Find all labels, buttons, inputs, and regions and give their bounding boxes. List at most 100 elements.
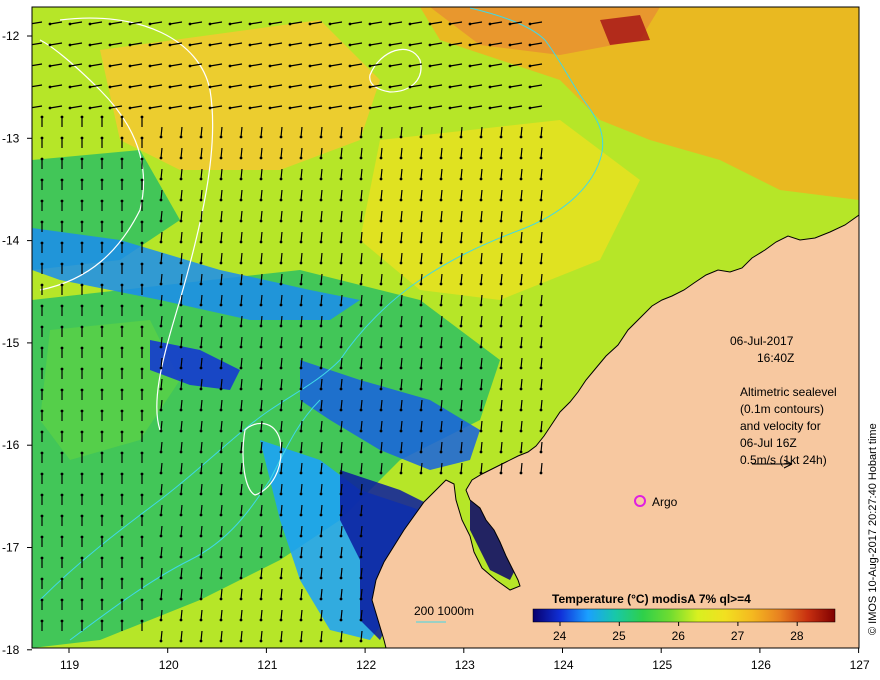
velocity-arrow-head	[128, 43, 132, 47]
velocity-arrow-head	[339, 198, 343, 202]
velocity-arrow-head	[359, 450, 363, 454]
velocity-arrow-head	[319, 450, 323, 454]
velocity-arrow-head	[179, 135, 183, 139]
velocity-arrow-head	[48, 22, 52, 26]
velocity-arrow-head	[239, 198, 243, 202]
velocity-arrow-head	[439, 303, 443, 307]
velocity-arrow-head	[488, 22, 492, 26]
velocity-arrow-head	[60, 220, 64, 224]
velocity-arrow-head	[359, 345, 363, 349]
velocity-arrow-head	[268, 22, 272, 26]
velocity-arrow-head	[40, 115, 44, 119]
velocity-arrow-head	[379, 345, 383, 349]
velocity-arrow-head	[348, 106, 352, 110]
velocity-arrow-head	[179, 177, 183, 181]
velocity-arrow-head	[199, 261, 203, 265]
velocity-arrow-head	[248, 64, 252, 68]
velocity-arrow-head	[479, 429, 483, 433]
velocity-arrow-head	[339, 513, 343, 517]
velocity-arrow-head	[168, 64, 172, 68]
velocity-arrow-head	[60, 409, 64, 413]
velocity-arrow-head	[508, 22, 512, 26]
velocity-arrow-head	[359, 282, 363, 286]
velocity-arrow-head	[188, 85, 192, 89]
velocity-arrow-head	[40, 136, 44, 140]
velocity-arrow-head	[120, 199, 124, 203]
velocity-arrow-head	[259, 219, 263, 223]
velocity-arrow-head	[40, 451, 44, 455]
velocity-arrow-head	[179, 156, 183, 160]
velocity-arrow-head	[228, 106, 232, 110]
velocity-arrow-head	[328, 85, 332, 89]
velocity-arrow-head	[379, 261, 383, 265]
velocity-arrow-head	[388, 64, 392, 68]
velocity-arrow-head	[148, 22, 152, 26]
velocity-arrow-head	[259, 135, 263, 139]
velocity-arrow-head	[459, 345, 463, 349]
velocity-arrow-head	[279, 135, 283, 139]
velocity-arrow-head	[60, 136, 64, 140]
velocity-arrow-head	[60, 619, 64, 623]
velocity-arrow-head	[29, 44, 32, 47]
velocity-arrow-head	[459, 366, 463, 370]
velocity-arrow-head	[239, 492, 243, 496]
velocity-arrow-head	[219, 576, 223, 580]
lon-tick-label: 120	[159, 658, 179, 672]
velocity-arrow-head	[239, 639, 243, 643]
velocity-arrow-head	[208, 85, 212, 89]
velocity-arrow-head	[40, 472, 44, 476]
velocity-arrow-head	[179, 513, 183, 517]
velocity-arrow-head	[488, 106, 492, 110]
velocity-arrow-head	[199, 492, 203, 496]
velocity-arrow-head	[308, 64, 312, 68]
velocity-arrow-head	[299, 261, 303, 265]
velocity-arrow-head	[120, 430, 124, 434]
velocity-arrow-head	[268, 64, 272, 68]
velocity-arrow-head	[419, 156, 423, 160]
map-plot-area: Argo 06-Jul-2017 16:40Z Altimetric seale…	[29, 7, 859, 648]
velocity-arrow-head	[179, 303, 183, 307]
velocity-arrow-head	[459, 135, 463, 139]
velocity-arrow-head	[199, 240, 203, 244]
velocity-arrow-head	[80, 157, 84, 161]
velocity-arrow-head	[399, 471, 403, 475]
velocity-arrow-head	[308, 106, 312, 110]
lat-tick-label: -12	[2, 29, 20, 43]
velocity-arrow-head	[219, 135, 223, 139]
velocity-arrow-head	[319, 366, 323, 370]
velocity-arrow-head	[179, 639, 183, 643]
velocity-arrow-head	[288, 43, 292, 47]
velocity-arrow-head	[80, 178, 84, 182]
velocity-arrow-head	[239, 324, 243, 328]
velocity-arrow-head	[528, 64, 532, 68]
velocity-arrow-head	[120, 619, 124, 623]
velocity-arrow-head	[539, 450, 543, 454]
velocity-arrow-head	[159, 135, 163, 139]
velocity-arrow-head	[159, 471, 163, 475]
velocity-arrow-head	[519, 219, 523, 223]
velocity-arrow-head	[48, 106, 52, 110]
velocity-arrow-head	[179, 387, 183, 391]
velocity-arrow-head	[519, 156, 523, 160]
velocity-arrow-head	[359, 177, 363, 181]
velocity-arrow-head	[479, 198, 483, 202]
velocity-arrow-head	[479, 240, 483, 244]
velocity-arrow-head	[299, 240, 303, 244]
velocity-arrow-head	[479, 387, 483, 391]
velocity-arrow-head	[140, 577, 144, 581]
velocity-arrow-head	[528, 85, 532, 89]
velocity-arrow-head	[279, 408, 283, 412]
velocity-arrow-head	[359, 492, 363, 496]
velocity-arrow-head	[379, 177, 383, 181]
velocity-arrow-head	[80, 577, 84, 581]
velocity-arrow-head	[239, 219, 243, 223]
velocity-arrow-head	[359, 408, 363, 412]
velocity-arrow-head	[259, 261, 263, 265]
velocity-arrow-head	[539, 408, 543, 412]
velocity-arrow-head	[188, 64, 192, 68]
velocity-arrow-head	[208, 106, 212, 110]
velocity-arrow-head	[359, 618, 363, 622]
velocity-arrow-head	[239, 177, 243, 181]
velocity-arrow-head	[120, 514, 124, 518]
velocity-arrow-head	[208, 64, 212, 68]
